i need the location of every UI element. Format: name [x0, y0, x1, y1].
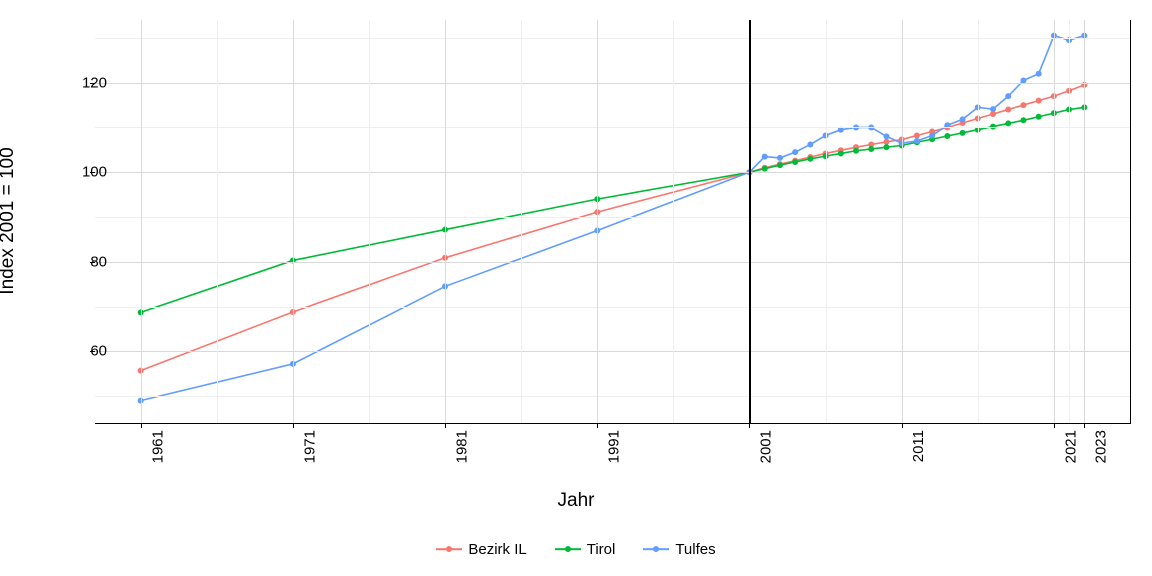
- x-tick: [293, 423, 294, 428]
- gridline-v: [445, 20, 446, 423]
- x-tick-label: 2023: [1093, 430, 1110, 463]
- series-Tirol: [138, 104, 1088, 315]
- legend-item: Tirol: [555, 540, 616, 558]
- x-tick-label: 2001: [758, 430, 775, 463]
- x-tick: [749, 423, 750, 428]
- x-tick-label: 1981: [454, 430, 471, 463]
- x-tick: [1084, 423, 1085, 428]
- x-axis-label: Jahr: [0, 490, 1152, 512]
- gridline-v-minor: [673, 20, 674, 423]
- y-tick-label: 80: [57, 253, 107, 270]
- gridline-v-minor: [978, 20, 979, 423]
- legend-item: Bezirk IL: [436, 540, 526, 558]
- gridline-v: [1054, 20, 1055, 423]
- gridline-h: [95, 83, 1130, 84]
- x-tick-label: 1971: [302, 430, 319, 463]
- legend-label: Tirol: [587, 541, 616, 558]
- x-tick-label: 1991: [606, 430, 623, 463]
- gridline-v-minor: [369, 20, 370, 423]
- chart-container: Index 2001 = 100 Jahr Bezirk IL Tirol Tulf…: [0, 0, 1152, 576]
- gridline-h: [95, 351, 1130, 352]
- y-tick-label: 120: [57, 74, 107, 91]
- x-tick-label: 1961: [149, 430, 166, 463]
- gridline-h-minor: [95, 217, 1130, 218]
- legend-key-icon: [436, 540, 462, 558]
- gridline-h: [95, 172, 1130, 173]
- x-tick: [1054, 423, 1055, 428]
- legend-item: Tulfes: [643, 540, 715, 558]
- gridline-v-minor: [826, 20, 827, 423]
- gridline-v: [597, 20, 598, 423]
- gridline-v-minor: [1069, 20, 1070, 423]
- plot-svg: [95, 20, 1130, 423]
- y-tick-label: 60: [57, 343, 107, 360]
- x-tick: [445, 423, 446, 428]
- gridline-v-minor: [521, 20, 522, 423]
- gridline-v: [293, 20, 294, 423]
- gridline-v: [1084, 20, 1085, 423]
- gridline-h-minor: [95, 307, 1130, 308]
- reference-vline: [749, 20, 751, 423]
- gridline-v-minor: [217, 20, 218, 423]
- legend-key-icon: [643, 540, 669, 558]
- x-tick: [902, 423, 903, 428]
- legend: Bezirk IL Tirol Tulfes: [0, 540, 1152, 558]
- x-tick-label: 2011: [910, 430, 927, 462]
- legend-key-icon: [555, 540, 581, 558]
- gridline-v: [902, 20, 903, 423]
- x-tick: [141, 423, 142, 428]
- gridline-h-minor: [95, 38, 1130, 39]
- gridline-v: [141, 20, 142, 423]
- y-axis-label: Index 2001 = 100: [0, 147, 19, 294]
- legend-label: Bezirk IL: [468, 541, 526, 558]
- gridline-h-minor: [95, 127, 1130, 128]
- plot-panel: [95, 20, 1131, 424]
- gridline-h: [95, 262, 1130, 263]
- series-Tulfes: [138, 33, 1088, 404]
- x-tick: [597, 423, 598, 428]
- y-tick-label: 100: [57, 164, 107, 181]
- gridline-h-minor: [95, 396, 1130, 397]
- x-tick-label: 2021: [1063, 430, 1080, 463]
- legend-label: Tulfes: [675, 541, 715, 558]
